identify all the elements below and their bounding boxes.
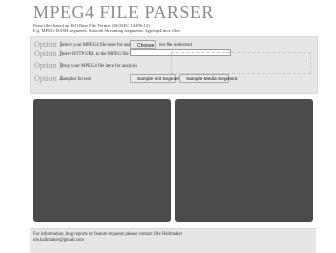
option-4-label: Option 4 <box>34 74 63 83</box>
footer: For information, bug reports or feature … <box>30 228 316 253</box>
details-output-panel <box>175 99 313 222</box>
option-4-text: Samples for test <box>60 77 91 82</box>
description-line-2: E.g. MPEG-DASH segments, Smooth Streamin… <box>33 28 180 34</box>
footer-contact: For information, bug reports or feature … <box>33 232 183 237</box>
option-1-label: Option 1 <box>34 40 63 49</box>
page-description: Parse files based on ISO Base File Forma… <box>33 23 180 34</box>
sample-media-segment-button[interactable]: Sample Media Segment <box>179 74 237 83</box>
option-3-label: Option 3 <box>34 61 63 70</box>
option-2-label: Option 2 <box>34 49 63 58</box>
sample-init-segment-button[interactable]: Sample Init Segment <box>130 74 182 83</box>
footer-email: ole.hallmaker@gmail.com <box>33 237 85 243</box>
options-panel: Option 1 Select your MPEG4 file here for… <box>30 36 318 94</box>
option-2-text: Insert HTTP URL to the MPEG file here <box>60 52 139 57</box>
file-drop-zone[interactable] <box>171 52 311 74</box>
file-status: No file selected <box>159 43 192 48</box>
option-1-text: Select your MPEG4 file here for analysis <box>60 43 140 48</box>
option-3-text: Drop your MPEG4 file here for analysis <box>60 64 138 69</box>
choose-file-button[interactable]: Choose File <box>130 40 156 58</box>
footer-text: For information, bug reports or feature … <box>33 232 182 243</box>
page-title: MPEG4 FILE PARSER <box>33 2 214 22</box>
structure-output-panel <box>33 99 171 222</box>
